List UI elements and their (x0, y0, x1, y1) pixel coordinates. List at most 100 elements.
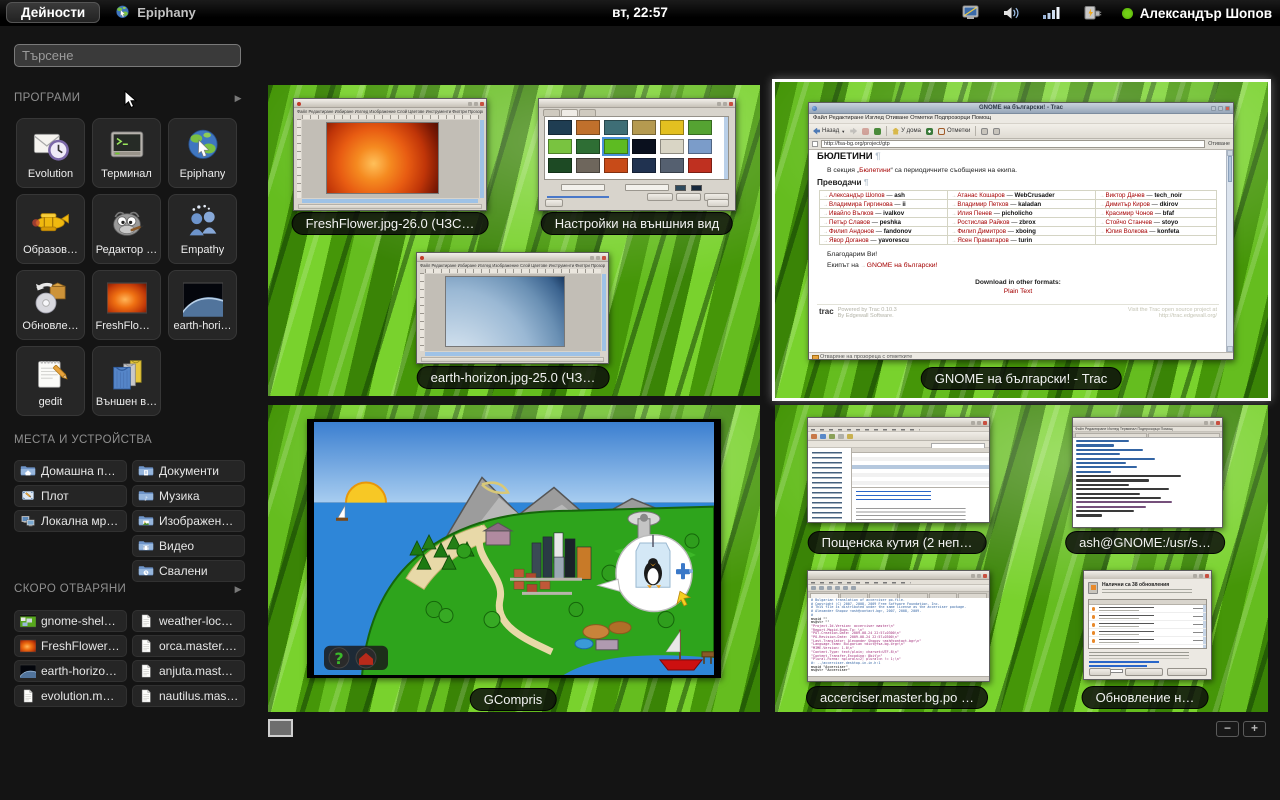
scrollbar[interactable] (302, 199, 478, 203)
colors-dropdown[interactable] (625, 184, 669, 191)
display-icon[interactable] (962, 5, 982, 21)
place-item[interactable]: Локална мр… (14, 510, 127, 532)
color-swatch[interactable] (675, 185, 686, 191)
place-item[interactable]: Документи (132, 460, 245, 482)
wallpaper-thumb[interactable] (576, 120, 600, 135)
translator-link[interactable]: Юлия Волкова (1099, 228, 1147, 235)
translator-link[interactable]: Ивайло Вълков (823, 210, 874, 217)
translator-link[interactable]: Виктор Дачев (1099, 192, 1144, 199)
app-gedit[interactable]: gedit (16, 346, 85, 416)
update-row[interactable] (1089, 605, 1206, 613)
wallpaper-thumb[interactable] (660, 139, 684, 154)
recent-item[interactable]: anjuta.mast… (132, 660, 245, 682)
wallpaper-thumb[interactable] (604, 120, 628, 135)
wallpaper-thumb[interactable] (688, 120, 712, 135)
website-link[interactable] (1089, 665, 1147, 667)
recent-item[interactable]: FreshFlower… (14, 635, 127, 657)
clock[interactable]: вт, 22:57 (612, 5, 668, 20)
wallpaper-thumb[interactable] (576, 139, 600, 154)
gcompris-window[interactable]: ? (307, 419, 721, 678)
appearance-tabs[interactable] (543, 109, 596, 116)
reload-button[interactable] (874, 128, 881, 135)
scrollbar[interactable] (480, 120, 484, 198)
remove-button[interactable] (676, 193, 701, 201)
wallpaper-thumb[interactable] (660, 120, 684, 135)
app-gcompris[interactable]: Образов… (16, 194, 85, 264)
recent-item[interactable]: earth-horizo… (14, 660, 127, 682)
recent-expand-icon[interactable]: ▶ (235, 584, 242, 595)
recent-item[interactable]: evolution.m… (14, 685, 127, 707)
activities-button[interactable]: Дейности (6, 2, 100, 23)
zoom-in-icon[interactable] (993, 128, 1000, 135)
translator-link[interactable]: Атанас Кошаров (951, 192, 1005, 199)
place-item[interactable]: Видео (132, 535, 245, 557)
app-empathy[interactable]: Empathy (168, 194, 237, 264)
window-buttons[interactable] (1211, 106, 1230, 111)
back-button[interactable]: Назад▼ (813, 128, 845, 135)
translator-link[interactable]: Владимир Петков (951, 201, 1008, 208)
scrollbar[interactable] (1226, 150, 1233, 352)
restore-button[interactable] (647, 193, 673, 201)
translator-link[interactable]: Владимира Гиргинова (823, 201, 893, 208)
workspace-1[interactable]: Файл Редактиране Избиране Изглед Изображ… (268, 85, 760, 396)
gedit-window[interactable]: # Bulgarian translation of accerciser po… (807, 570, 990, 682)
wallpaper-thumb[interactable] (548, 139, 572, 154)
stop-button[interactable] (862, 128, 869, 135)
recent-item[interactable]: orca.master.… (132, 635, 245, 657)
wallpaper-thumb[interactable] (548, 120, 572, 135)
help-button[interactable] (545, 199, 563, 207)
app-thumb-earth[interactable]: earth-hori… (168, 270, 237, 340)
update-row[interactable] (1089, 629, 1206, 637)
color-swatch[interactable] (691, 185, 702, 191)
install-updates-button[interactable] (1167, 668, 1207, 676)
recent-item[interactable]: weather-loc… (132, 610, 245, 632)
translator-link[interactable]: Явор Доганов (823, 237, 869, 244)
add-workspace-button[interactable]: + (1243, 721, 1266, 737)
app-terminal[interactable]: Терминал (92, 118, 161, 188)
app-appearance[interactable]: Външен в… (92, 346, 161, 416)
zoom-out-icon[interactable] (981, 128, 988, 135)
history-button[interactable] (926, 128, 933, 135)
translator-link[interactable]: Петър Славов (823, 219, 870, 226)
changes-link[interactable] (1089, 661, 1159, 663)
help-button[interactable] (1089, 668, 1111, 676)
gimp-freshflower-window[interactable]: Файл Редактиране Избиране Изглед Изображ… (293, 98, 487, 211)
cancel-button[interactable] (1125, 668, 1163, 676)
style-dropdown[interactable] (561, 184, 605, 191)
go-button[interactable]: Отиване (1208, 141, 1230, 147)
terminal-window[interactable]: Файл Редактиране Изглед Терминал Подпроз… (1072, 417, 1223, 528)
scrollbar[interactable] (602, 274, 606, 351)
wallpaper-thumb[interactable] (548, 158, 572, 173)
evolution-window[interactable] (807, 417, 990, 523)
appearance-window[interactable] (538, 98, 736, 211)
translator-link[interactable]: Стойчо Станчев (1099, 219, 1152, 226)
scrollbar[interactable] (425, 352, 600, 356)
translator-link[interactable]: Красимир Чонов (1099, 210, 1153, 217)
programs-expand-icon[interactable]: ▶ (235, 93, 242, 104)
translator-link[interactable]: Ясен Праматаров (951, 237, 1008, 244)
place-item[interactable]: Домашна п… (14, 460, 127, 482)
forward-button[interactable] (850, 128, 857, 135)
app-updater[interactable]: Обновле… (16, 270, 85, 340)
wallpaper-thumb[interactable] (632, 139, 656, 154)
wallpaper-thumb[interactable] (604, 158, 628, 173)
wallpaper-thumb[interactable] (632, 158, 656, 173)
workspace-4[interactable]: Файл Редактиране Изглед Терминал Подпроз… (775, 405, 1268, 712)
get-more-backgrounds-link[interactable] (547, 196, 609, 198)
place-item[interactable]: ♪Музика (132, 485, 245, 507)
update-manager-window[interactable]: Налични са 38 обновления (1083, 570, 1212, 680)
place-item[interactable]: Изображен… (132, 510, 245, 532)
bookmarks-button[interactable]: Отметки (938, 128, 970, 135)
update-row[interactable] (1089, 613, 1206, 621)
plain-text-link[interactable]: Plain Text (1004, 288, 1032, 295)
workspace-2-active[interactable]: GNOME на български! - Trac Файл Редактир… (772, 79, 1271, 401)
translator-link[interactable]: Филип Димитров (951, 228, 1006, 235)
epiphany-window[interactable]: GNOME на български! - Trac Файл Редактир… (808, 102, 1234, 360)
volume-icon[interactable] (1002, 5, 1022, 21)
home-button[interactable]: У дома (892, 128, 921, 135)
wallpaper-thumb[interactable] (688, 139, 712, 154)
app-gimp[interactable]: Редактор … (92, 194, 161, 264)
scrollbar[interactable] (724, 117, 728, 179)
remove-workspace-button[interactable]: − (1216, 721, 1239, 737)
menu-bar[interactable]: Файл Редактиране Изглед Отиване Отметки … (809, 114, 1233, 124)
